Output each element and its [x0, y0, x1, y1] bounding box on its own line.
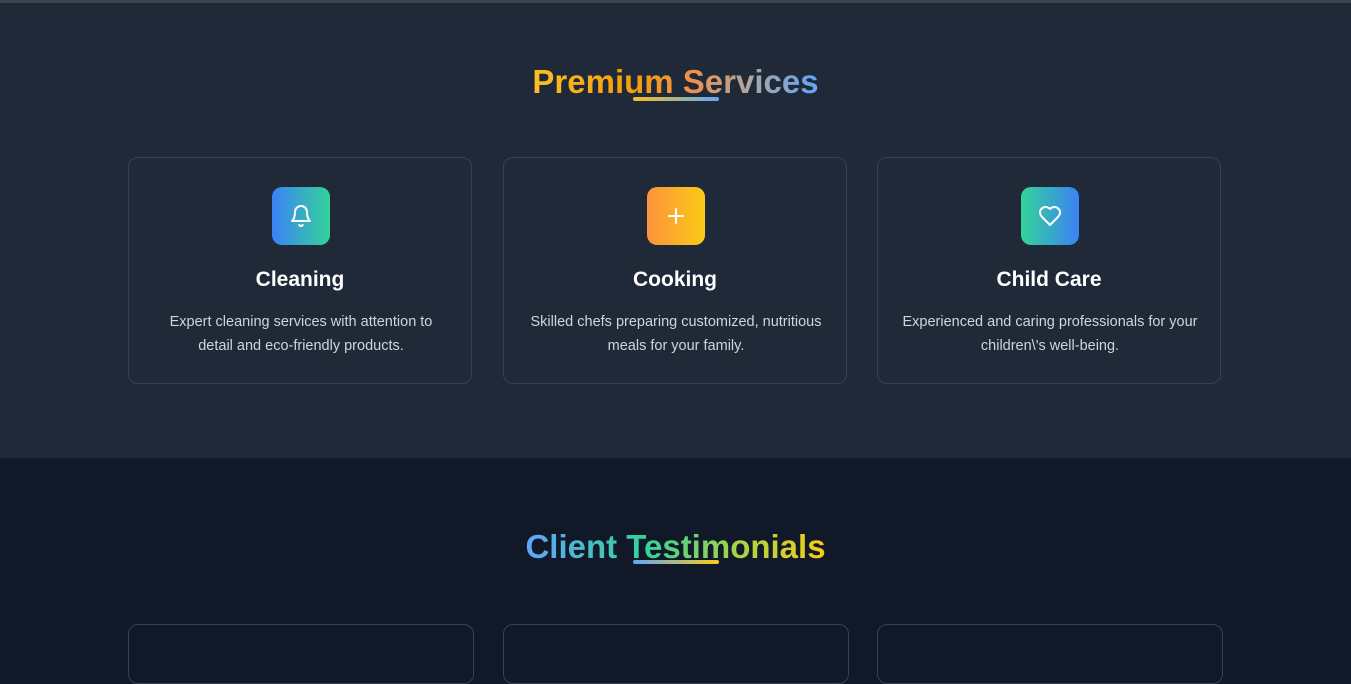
card-title: Cooking [633, 268, 717, 291]
service-card-cooking[interactable]: Cooking Skilled chefs preparing customiz… [503, 157, 847, 384]
testimonials-section: Client Testimonials [0, 458, 1351, 684]
card-description: Skilled chefs preparing customized, nutr… [530, 314, 822, 354]
title-underline [633, 560, 719, 564]
testimonial-card [503, 624, 849, 684]
services-title: Premium Services [532, 63, 819, 100]
heart-icon [1021, 187, 1079, 245]
card-description: Expert cleaning services with attention … [169, 314, 433, 354]
card-description: Experienced and caring professionals for… [902, 314, 1198, 354]
testimonial-card [877, 624, 1223, 684]
service-card-cleaning[interactable]: Cleaning Expert cleaning services with a… [128, 157, 472, 384]
testimonial-card [128, 624, 474, 684]
service-card-child-care[interactable]: Child Care Experienced and caring profes… [877, 157, 1221, 384]
services-section: Premium Services Cleaning Expert cleanin… [0, 3, 1351, 458]
title-underline [633, 97, 719, 101]
bell-icon [272, 187, 330, 245]
card-title: Child Care [996, 268, 1102, 291]
card-title: Cleaning [255, 268, 345, 291]
plus-icon [647, 187, 705, 245]
